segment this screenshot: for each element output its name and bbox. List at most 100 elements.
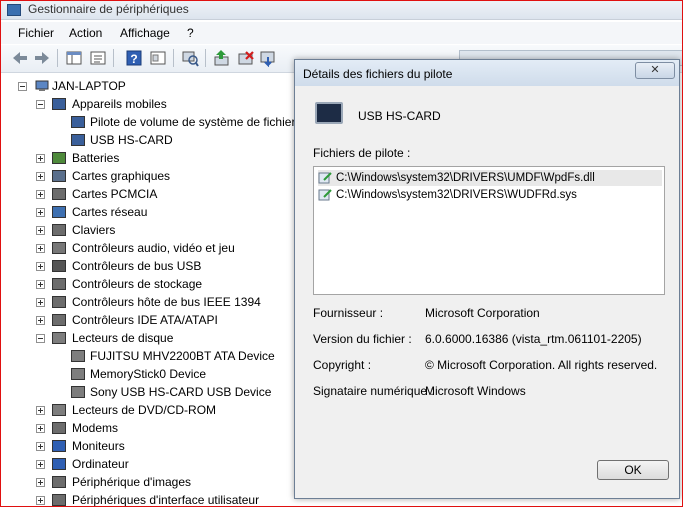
uninstall-icon[interactable] xyxy=(237,49,255,67)
window-title: Gestionnaire de périphériques xyxy=(28,2,189,16)
display-adapter-icon xyxy=(52,170,66,182)
driver-file-item[interactable]: C:\Windows\system32\DRIVERS\WUDFRd.sys xyxy=(318,187,662,203)
expand-icon[interactable] xyxy=(36,316,45,325)
tree-root[interactable]: JAN-LAPTOP xyxy=(1,77,301,95)
tree-category-item[interactable]: Contrôleurs hôte de bus IEEE 1394 xyxy=(1,293,301,311)
copyright-value: © Microsoft Corporation. All rights rese… xyxy=(425,358,658,372)
expand-icon[interactable] xyxy=(36,244,45,253)
tree-item-label: Cartes graphiques xyxy=(72,169,171,183)
forward-arrow-icon[interactable] xyxy=(33,49,51,67)
tree-item-label: Périphériques d'interface utilisateur xyxy=(72,493,260,507)
back-arrow-icon[interactable] xyxy=(11,49,29,67)
expand-icon[interactable] xyxy=(36,226,45,235)
expand-icon[interactable] xyxy=(36,298,45,307)
dialog-title: Détails des fichiers du pilote xyxy=(303,67,453,81)
tree-category-item[interactable]: Claviers xyxy=(1,221,301,239)
driver-files-list[interactable]: C:\Windows\system32\DRIVERS\UMDF\WpdFs.d… xyxy=(313,166,665,295)
tree-category-item[interactable]: Périphériques d'interface utilisateur xyxy=(1,491,301,507)
tree-category-item[interactable]: Ordinateur xyxy=(1,455,301,473)
device-manager-icon xyxy=(7,4,21,16)
pcmcia-icon xyxy=(52,188,66,200)
driver-file-icon xyxy=(318,189,332,201)
show-tree-icon[interactable] xyxy=(65,49,83,67)
modem-icon xyxy=(52,422,66,434)
dialog-body: USB HS-CARD Fichiers de pilote : C:\Wind… xyxy=(301,87,673,492)
tree-category-item[interactable]: Cartes réseau xyxy=(1,203,301,221)
menu-bar: Fichier Action Affichage ? xyxy=(1,22,682,44)
expand-icon[interactable] xyxy=(36,460,45,469)
collapse-icon[interactable] xyxy=(36,334,45,343)
tree-item-label: MemoryStick0 Device xyxy=(90,367,207,381)
scan-hardware-icon[interactable] xyxy=(181,49,199,67)
tree-category-item[interactable]: Contrôleurs audio, vidéo et jeu xyxy=(1,239,301,257)
portable-device-icon xyxy=(315,102,343,124)
expand-icon[interactable] xyxy=(36,478,45,487)
expand-icon[interactable] xyxy=(36,154,45,163)
update-driver-icon[interactable] xyxy=(213,49,231,67)
driver-file-item[interactable]: C:\Windows\system32\DRIVERS\UMDF\WpdFs.d… xyxy=(318,170,662,186)
tree-category-item[interactable]: Lecteurs de DVD/CD-ROM xyxy=(1,401,301,419)
tree-category-item[interactable]: Appareils mobiles xyxy=(1,95,301,113)
tree-device-item[interactable]: USB HS-CARD xyxy=(1,131,301,149)
disk-drive-icon xyxy=(71,350,85,362)
tree-item-label: Contrôleurs hôte de bus IEEE 1394 xyxy=(72,295,261,309)
tree-item-label: Sony USB HS-CARD USB Device xyxy=(90,385,272,399)
driver-file-icon xyxy=(318,172,332,184)
title-bar[interactable]: Gestionnaire de périphériques xyxy=(1,1,682,20)
expand-icon[interactable] xyxy=(36,496,45,505)
file-version-label: Version du fichier : xyxy=(313,332,412,346)
tree-item-label: Lecteurs de DVD/CD-ROM xyxy=(72,403,217,417)
expand-icon[interactable] xyxy=(36,262,45,271)
tree-category-item[interactable]: Contrôleurs IDE ATA/ATAPI xyxy=(1,311,301,329)
dialog-title-bar[interactable]: Détails des fichiers du pilote ✕ xyxy=(295,60,679,86)
tree-device-item[interactable]: Pilote de volume de système de fichier xyxy=(1,113,301,131)
tree-item-label: Pilote de volume de système de fichier xyxy=(90,115,296,129)
tree-category-item[interactable]: Contrôleurs de bus USB xyxy=(1,257,301,275)
menu-fichier[interactable]: Fichier xyxy=(18,26,54,40)
close-button[interactable]: ✕ xyxy=(635,62,675,79)
tree-category-item[interactable]: Contrôleurs de stockage xyxy=(1,275,301,293)
action-pane-icon[interactable] xyxy=(149,49,167,67)
expand-icon[interactable] xyxy=(36,172,45,181)
digital-signer-label: Signataire numérique : xyxy=(313,384,434,398)
tree-category-item[interactable]: Moniteurs xyxy=(1,437,301,455)
tree-device-item[interactable]: FUJITSU MHV2200BT ATA Device xyxy=(1,347,301,365)
expand-icon[interactable] xyxy=(36,190,45,199)
help-icon[interactable]: ? xyxy=(125,49,143,67)
expand-icon[interactable] xyxy=(36,208,45,217)
driver-files-label: Fichiers de pilote : xyxy=(313,146,411,160)
battery-icon xyxy=(52,152,66,164)
ok-button[interactable]: OK xyxy=(597,460,669,480)
tree-item-label: FUJITSU MHV2200BT ATA Device xyxy=(90,349,275,363)
expand-icon[interactable] xyxy=(36,406,45,415)
provider-label: Fournisseur : xyxy=(313,306,384,320)
expand-icon[interactable] xyxy=(36,280,45,289)
tree-item-label: Contrôleurs de bus USB xyxy=(72,259,202,273)
device-tree[interactable]: JAN-LAPTOP Appareils mobiles Pilote de vo… xyxy=(1,73,301,506)
tree-item-label: USB HS-CARD xyxy=(90,133,173,147)
tree-category-item[interactable]: Modems xyxy=(1,419,301,437)
collapse-icon[interactable] xyxy=(36,100,45,109)
monitor-icon xyxy=(52,440,66,452)
tree-item-label: Moniteurs xyxy=(72,439,125,453)
tree-category-item[interactable]: Batteries xyxy=(1,149,301,167)
svg-text:?: ? xyxy=(130,52,137,66)
digital-signer-value: Microsoft Windows xyxy=(425,384,526,398)
tree-category-item[interactable]: Cartes graphiques xyxy=(1,167,301,185)
expand-icon[interactable] xyxy=(36,424,45,433)
tree-item-label: Contrôleurs IDE ATA/ATAPI xyxy=(72,313,218,327)
tree-item-label: Cartes PCMCIA xyxy=(72,187,158,201)
tree-category-item[interactable]: Cartes PCMCIA xyxy=(1,185,301,203)
expand-icon[interactable] xyxy=(36,442,45,451)
device-manager-window: Gestionnaire de périphériques Fichier Ac… xyxy=(0,0,683,507)
tree-category-item[interactable]: Lecteurs de disque xyxy=(1,329,301,347)
tree-category-item[interactable]: Périphérique d'images xyxy=(1,473,301,491)
disable-device-icon[interactable] xyxy=(259,49,277,67)
menu-affichage[interactable]: Affichage xyxy=(120,26,170,40)
tree-device-item[interactable]: MemoryStick0 Device xyxy=(1,365,301,383)
menu-help[interactable]: ? xyxy=(187,26,194,40)
properties-icon[interactable] xyxy=(89,49,107,67)
menu-action[interactable]: Action xyxy=(69,26,102,40)
tree-device-item[interactable]: Sony USB HS-CARD USB Device xyxy=(1,383,301,401)
tree-item-label: Claviers xyxy=(72,223,116,237)
